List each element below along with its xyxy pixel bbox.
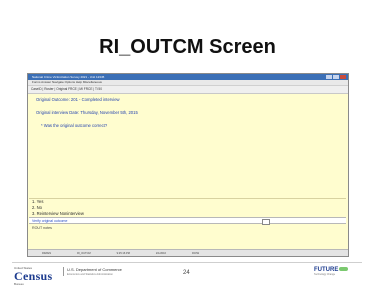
- slide-title: RI_OUTCM Screen: [99, 36, 276, 58]
- question-text: * Was the original outcome correct?: [41, 123, 108, 128]
- status-bar: RIMAIN RI_OUTCM 9:25:16 PM 2/1/2016 RO/W: [28, 249, 348, 256]
- status-date: 2/1/2016: [155, 252, 166, 255]
- minimize-icon[interactable]: [326, 75, 332, 79]
- answer-input[interactable]: [262, 219, 270, 225]
- status-mode: RO/W: [192, 252, 200, 255]
- question-panel: Original Outcome: 201 - Completed interv…: [36, 97, 336, 136]
- window-title: National Crime Victimization Survey 2021…: [32, 75, 105, 79]
- tab-strip[interactable]: CaseID | Roster | Original FRCE | MI FRC…: [28, 86, 348, 94]
- status-block: RIMAIN: [42, 252, 52, 255]
- department-label: U.S. Department of Commerce Economics an…: [63, 267, 122, 276]
- original-outcome-text: Original Outcome: 201 - Completed interv…: [36, 97, 120, 102]
- rout-notes-label: ROUT notes: [32, 226, 52, 230]
- window-controls: [326, 75, 346, 79]
- app-window: National Crime Victimization Survey 2021…: [27, 73, 349, 257]
- swoosh-icon: [339, 267, 349, 272]
- status-field: RI_OUTCM: [77, 252, 91, 255]
- original-interview-date-text: Original interview Date: Thursday, Novem…: [36, 110, 138, 115]
- future-logo: FUTURE Technology Change: [314, 267, 349, 276]
- answer-list: 1. Yes 2. No 3. Reinterview Noninterview: [29, 198, 346, 217]
- future-logo-sub: Technology Change: [314, 273, 336, 276]
- verify-outcome-label: Verify original outcome: [32, 219, 68, 223]
- window-titlebar: National Crime Victimization Survey 2021…: [28, 74, 348, 80]
- department-name: U.S. Department of Commerce: [67, 267, 122, 272]
- census-logo-text: Census: [14, 269, 53, 283]
- verify-outcome-row: Verify original outcome: [29, 217, 346, 225]
- maximize-icon[interactable]: [333, 75, 339, 79]
- page-number: 24: [183, 270, 190, 276]
- close-icon[interactable]: [340, 75, 346, 79]
- census-logo: United States Census Bureau: [14, 266, 58, 286]
- department-sub: Economics and Statistics Administration: [67, 273, 113, 276]
- slide: RI_OUTCM Screen National Crime Victimiza…: [0, 0, 375, 289]
- status-time: 9:25:16 PM: [116, 252, 130, 255]
- footer-divider: [12, 262, 362, 263]
